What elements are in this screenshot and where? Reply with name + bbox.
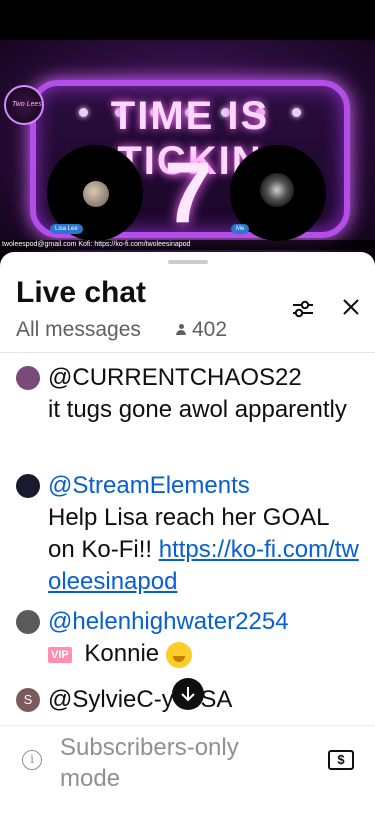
message-text: Konnie xyxy=(77,640,166,667)
channel-logo: Two Lees xyxy=(4,85,44,125)
status-bar xyxy=(0,0,375,40)
message-author[interactable]: @SylvieC-y xyxy=(48,686,174,713)
video-caption: twoleespod@gmail.com Kofi: https://ko-fi… xyxy=(0,240,375,250)
filter-button[interactable] xyxy=(290,296,316,322)
chat-message[interactable]: @StreamElements Help Lisa reach her GOAL… xyxy=(16,470,361,598)
close-icon xyxy=(343,299,359,315)
avatar[interactable]: S xyxy=(16,688,40,712)
hugging-face-emoji-icon xyxy=(165,641,192,668)
sliders-icon xyxy=(293,300,313,318)
vip-badge: VIP xyxy=(48,646,72,663)
message-text: it tugs gone awol apparently xyxy=(48,396,347,423)
viewer-count: 402 xyxy=(176,318,227,342)
close-button[interactable] xyxy=(340,296,362,318)
message-author[interactable]: @helenhighwater2254 xyxy=(48,608,289,635)
cam-label-right: Me xyxy=(231,224,250,234)
participant-photo xyxy=(83,181,109,207)
person-icon xyxy=(176,324,186,336)
arrow-down-icon xyxy=(181,687,195,702)
chat-title: Live chat xyxy=(16,276,147,309)
super-chat-button[interactable]: $ xyxy=(328,750,354,770)
chat-message[interactable]: @CURRENTCHAOS22 it tugs gone awol appare… xyxy=(16,362,361,426)
avatar[interactable] xyxy=(16,474,40,498)
drag-handle[interactable] xyxy=(168,260,208,264)
chat-message[interactable]: @helenhighwater2254 VIP Konnie xyxy=(16,606,361,670)
subscribers-only-notice: Subscribers-only mode xyxy=(60,734,239,792)
info-icon[interactable]: i xyxy=(22,750,42,770)
avatar[interactable] xyxy=(16,610,40,634)
message-author[interactable]: @StreamElements xyxy=(48,472,250,499)
participant-photo xyxy=(260,173,294,207)
chat-input-area: i Subscribers-only mode $ xyxy=(0,725,375,840)
video-player[interactable]: TIME IS TICKIN 7 DAYS Two Lees Lisa Lee … xyxy=(0,40,375,252)
message-author[interactable]: @CURRENTCHAOS22 xyxy=(48,364,302,391)
chat-filter-label[interactable]: All messages xyxy=(16,318,141,342)
cam-label-left: Lisa Lee xyxy=(50,224,83,234)
avatar[interactable] xyxy=(16,366,40,390)
chat-message-list[interactable]: @CURRENTCHAOS22 it tugs gone awol appare… xyxy=(0,360,375,725)
divider xyxy=(0,352,375,353)
scroll-to-bottom-button[interactable] xyxy=(172,678,204,710)
